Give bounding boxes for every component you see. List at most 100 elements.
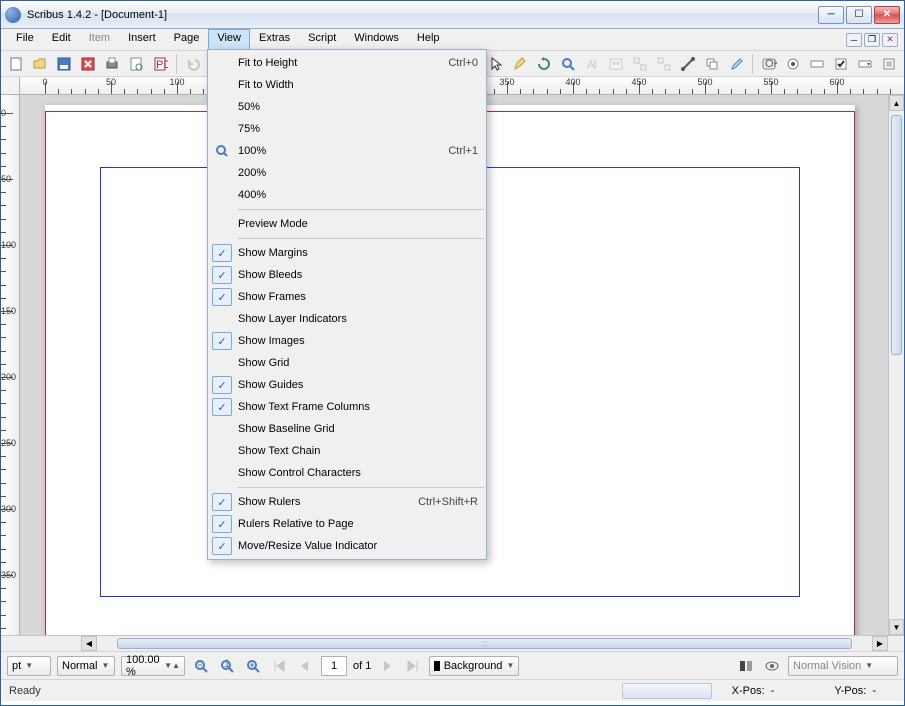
menu-show-text-columns[interactable]: ✓Show Text Frame Columns xyxy=(208,396,486,418)
magnifier-icon xyxy=(212,142,232,160)
menu-show-rulers[interactable]: ✓Show RulersCtrl+Shift+R xyxy=(208,491,486,513)
pdf-checkbox-icon[interactable] xyxy=(830,53,852,75)
status-indicator-box xyxy=(622,683,712,699)
preview-mode-icon[interactable] xyxy=(762,656,782,676)
link-frames-icon[interactable] xyxy=(629,53,651,75)
menu-insert[interactable]: Insert xyxy=(119,29,165,50)
mdi-minimize[interactable]: ─ xyxy=(846,33,862,47)
pointer-tool-icon[interactable] xyxy=(485,53,507,75)
menu-edit[interactable]: Edit xyxy=(43,29,80,50)
save-icon[interactable] xyxy=(53,53,75,75)
next-page-icon[interactable] xyxy=(377,656,397,676)
horizontal-scrollbar[interactable]: ◀ ::: ▶ xyxy=(1,635,904,651)
pdf-radio-icon[interactable] xyxy=(782,53,804,75)
minimize-button[interactable]: ─ xyxy=(818,6,844,24)
menu-fit-width[interactable]: Fit to Width xyxy=(208,74,486,96)
menu-show-layer-indicators[interactable]: Show Layer Indicators xyxy=(208,308,486,330)
pdf-textfield-icon[interactable] xyxy=(806,53,828,75)
menu-show-bleeds[interactable]: ✓Show Bleeds xyxy=(208,264,486,286)
menu-show-margins[interactable]: ✓Show Margins xyxy=(208,242,486,264)
page-number-field[interactable]: 1 xyxy=(321,656,347,676)
menu-item[interactable]: Item xyxy=(80,29,119,50)
statusbar-info: Ready X-Pos:- Y-Pos:- xyxy=(1,679,904,701)
menu-show-text-chain[interactable]: Show Text Chain xyxy=(208,440,486,462)
menu-show-guides[interactable]: ✓Show Guides xyxy=(208,374,486,396)
eyedropper-tool-icon[interactable] xyxy=(725,53,747,75)
svg-text:A: A xyxy=(587,59,595,71)
zoom-field[interactable]: 100.00 %▼▲ xyxy=(121,656,185,676)
mdi-restore[interactable]: ❐ xyxy=(864,33,880,47)
menu-zoom-75[interactable]: 75% xyxy=(208,118,486,140)
copy-properties-icon[interactable] xyxy=(701,53,723,75)
story-editor-icon[interactable] xyxy=(605,53,627,75)
export-pdf-icon[interactable]: PDF xyxy=(149,53,171,75)
menu-show-frames[interactable]: ✓Show Frames xyxy=(208,286,486,308)
menu-file[interactable]: File xyxy=(7,29,43,50)
menu-fit-height[interactable]: Fit to HeightCtrl+0 xyxy=(208,52,486,74)
ypos-label: Y-Pos: xyxy=(834,685,866,697)
rotate-tool-icon[interactable] xyxy=(533,53,555,75)
zoom-tool-icon[interactable] xyxy=(557,53,579,75)
prev-page-icon[interactable] xyxy=(295,656,315,676)
menu-show-baseline[interactable]: Show Baseline Grid xyxy=(208,418,486,440)
display-mode-select[interactable]: Normal▼ xyxy=(57,656,115,676)
pdf-button-icon[interactable]: OK xyxy=(758,53,780,75)
menu-zoom-100[interactable]: 100%Ctrl+1 xyxy=(208,140,486,162)
menu-script[interactable]: Script xyxy=(299,29,345,50)
mdi-controls: ─ ❐ ✕ xyxy=(846,29,898,50)
menu-page[interactable]: Page xyxy=(165,29,209,50)
menu-view[interactable]: View xyxy=(208,29,250,50)
ruler-vertical[interactable]: 050100150200250300350 xyxy=(1,95,20,635)
scroll-down-button[interactable]: ▼ xyxy=(889,619,904,635)
mdi-close[interactable]: ✕ xyxy=(882,33,898,47)
vertical-scrollbar[interactable]: ▲ ▼ xyxy=(888,95,904,635)
close-doc-icon[interactable] xyxy=(77,53,99,75)
pdf-listbox-icon[interactable] xyxy=(878,53,900,75)
close-button[interactable]: ✕ xyxy=(874,6,900,24)
vertical-scroll-thumb[interactable] xyxy=(891,115,902,355)
menu-show-grid[interactable]: Show Grid xyxy=(208,352,486,374)
maximize-button[interactable]: ☐ xyxy=(846,6,872,24)
menu-help[interactable]: Help xyxy=(408,29,449,50)
checkmark-icon: ✓ xyxy=(212,376,232,394)
ruler-origin[interactable] xyxy=(1,77,20,94)
xpos-label: X-Pos: xyxy=(732,685,765,697)
menu-zoom-50[interactable]: 50% xyxy=(208,96,486,118)
open-icon[interactable] xyxy=(29,53,51,75)
horizontal-scroll-thumb[interactable]: ::: xyxy=(117,638,852,649)
menu-show-images[interactable]: ✓Show Images xyxy=(208,330,486,352)
pdf-combobox-icon[interactable] xyxy=(854,53,876,75)
menu-preview-mode[interactable]: Preview Mode xyxy=(208,213,486,235)
pen-tool-icon[interactable] xyxy=(509,53,531,75)
menu-windows[interactable]: Windows xyxy=(345,29,408,50)
menu-separator xyxy=(238,487,484,488)
layer-select[interactable]: Background▼ xyxy=(429,656,519,676)
visual-appearance-select[interactable]: Normal Vision▼ xyxy=(788,656,898,676)
menu-move-resize-indicator[interactable]: ✓Move/Resize Value Indicator xyxy=(208,535,486,557)
scroll-right-button[interactable]: ▶ xyxy=(872,636,888,651)
scroll-up-button[interactable]: ▲ xyxy=(889,95,904,111)
menu-extras[interactable]: Extras xyxy=(250,29,299,50)
menu-show-control-chars[interactable]: Show Control Characters xyxy=(208,462,486,484)
menu-zoom-400[interactable]: 400% xyxy=(208,184,486,206)
layer-color-swatch xyxy=(434,661,439,671)
menu-rulers-relative[interactable]: ✓Rulers Relative to Page xyxy=(208,513,486,535)
new-document-icon[interactable] xyxy=(5,53,27,75)
svg-text:PDF: PDF xyxy=(156,59,168,71)
color-management-icon[interactable] xyxy=(736,656,756,676)
preflight-icon[interactable] xyxy=(125,53,147,75)
zoom-in-icon[interactable] xyxy=(243,656,263,676)
menu-zoom-200[interactable]: 200% xyxy=(208,162,486,184)
unit-select[interactable]: pt▼ xyxy=(7,656,51,676)
zoom-reset-icon[interactable]: 1 xyxy=(217,656,237,676)
print-icon[interactable] xyxy=(101,53,123,75)
edit-text-icon[interactable]: A xyxy=(581,53,603,75)
undo-icon[interactable] xyxy=(182,53,204,75)
zoom-out-icon[interactable] xyxy=(191,656,211,676)
display-mode-value: Normal xyxy=(62,660,97,672)
scroll-left-button[interactable]: ◀ xyxy=(81,636,97,651)
first-page-icon[interactable] xyxy=(269,656,289,676)
last-page-icon[interactable] xyxy=(403,656,423,676)
unlink-frames-icon[interactable] xyxy=(653,53,675,75)
measure-tool-icon[interactable] xyxy=(677,53,699,75)
